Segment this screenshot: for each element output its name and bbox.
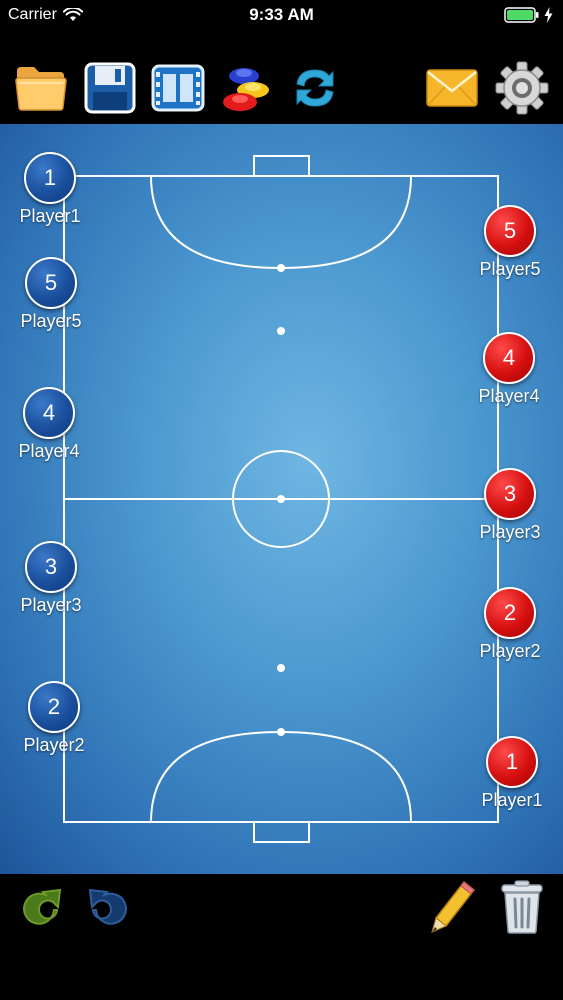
red-player-token[interactable]: 1 Player1 bbox=[467, 736, 557, 811]
pencil-icon bbox=[431, 880, 476, 933]
save-disk-icon bbox=[84, 62, 136, 114]
red-player-number: 1 bbox=[486, 736, 538, 788]
blue-player-label: Player3 bbox=[20, 595, 82, 615]
red-player-label: Player4 bbox=[478, 386, 540, 406]
red-player-token[interactable]: 4 Player4 bbox=[464, 332, 554, 407]
draw-button[interactable] bbox=[424, 878, 482, 936]
folder-icon bbox=[15, 67, 67, 111]
blue-player-label: Player4 bbox=[18, 441, 80, 461]
film-icon bbox=[151, 64, 205, 112]
status-bar: Carrier 9:33 AM bbox=[0, 0, 563, 30]
email-button[interactable] bbox=[424, 60, 480, 116]
blue-player-token[interactable]: 5 Player5 bbox=[6, 257, 96, 332]
status-battery bbox=[504, 7, 553, 23]
undo-icon bbox=[88, 888, 127, 925]
redo-icon bbox=[23, 888, 62, 925]
blue-player-token[interactable]: 4 Player4 bbox=[4, 387, 94, 462]
blue-player-label: Player2 bbox=[23, 735, 85, 755]
red-player-number: 2 bbox=[484, 587, 536, 639]
futsal-field[interactable]: 1 Player1 5 Player5 4 Player4 3 Player3 … bbox=[0, 124, 563, 874]
animation-button[interactable] bbox=[150, 60, 206, 116]
red-player-label: Player2 bbox=[479, 641, 541, 661]
save-button[interactable] bbox=[82, 60, 138, 116]
blue-player-label: Player5 bbox=[20, 311, 82, 331]
blue-player-number: 4 bbox=[23, 387, 75, 439]
cones-button[interactable] bbox=[218, 60, 274, 116]
open-folder-button[interactable] bbox=[13, 60, 69, 116]
red-player-number: 4 bbox=[483, 332, 535, 384]
blue-player-number: 2 bbox=[28, 681, 80, 733]
blue-player-number: 3 bbox=[25, 541, 77, 593]
swap-arrows-icon bbox=[296, 69, 334, 107]
blue-player-number: 1 bbox=[24, 152, 76, 204]
swap-button[interactable] bbox=[287, 60, 343, 116]
redo-button[interactable] bbox=[12, 878, 70, 936]
red-player-token[interactable]: 5 Player5 bbox=[465, 205, 555, 280]
red-player-number: 3 bbox=[484, 468, 536, 520]
red-player-label: Player1 bbox=[481, 790, 543, 810]
bottom-toolbar bbox=[0, 874, 563, 1000]
blue-player-label: Player1 bbox=[19, 206, 81, 226]
blue-player-token[interactable]: 3 Player3 bbox=[6, 541, 96, 616]
app-root: Carrier 9:33 AM 1 Player1 5 Player5 4 Pl… bbox=[0, 0, 563, 1000]
red-player-token[interactable]: 3 Player3 bbox=[465, 468, 555, 543]
charging-bolt-icon bbox=[544, 7, 553, 23]
blue-player-token[interactable]: 1 Player1 bbox=[5, 152, 95, 227]
cones-icon bbox=[223, 68, 269, 111]
mail-icon bbox=[426, 69, 478, 107]
status-time: 9:33 AM bbox=[249, 5, 314, 24]
red-player-number: 5 bbox=[484, 205, 536, 257]
battery-icon bbox=[504, 7, 539, 23]
blue-player-number: 5 bbox=[25, 257, 77, 309]
settings-button[interactable] bbox=[494, 60, 550, 116]
red-player-label: Player3 bbox=[479, 522, 541, 542]
trash-icon bbox=[501, 880, 543, 934]
undo-button[interactable] bbox=[80, 878, 138, 936]
gear-icon bbox=[495, 61, 549, 115]
blue-player-token[interactable]: 2 Player2 bbox=[9, 681, 99, 756]
red-player-token[interactable]: 2 Player2 bbox=[465, 587, 555, 662]
delete-button[interactable] bbox=[493, 878, 551, 936]
red-player-label: Player5 bbox=[479, 259, 541, 279]
top-toolbar bbox=[0, 52, 563, 124]
